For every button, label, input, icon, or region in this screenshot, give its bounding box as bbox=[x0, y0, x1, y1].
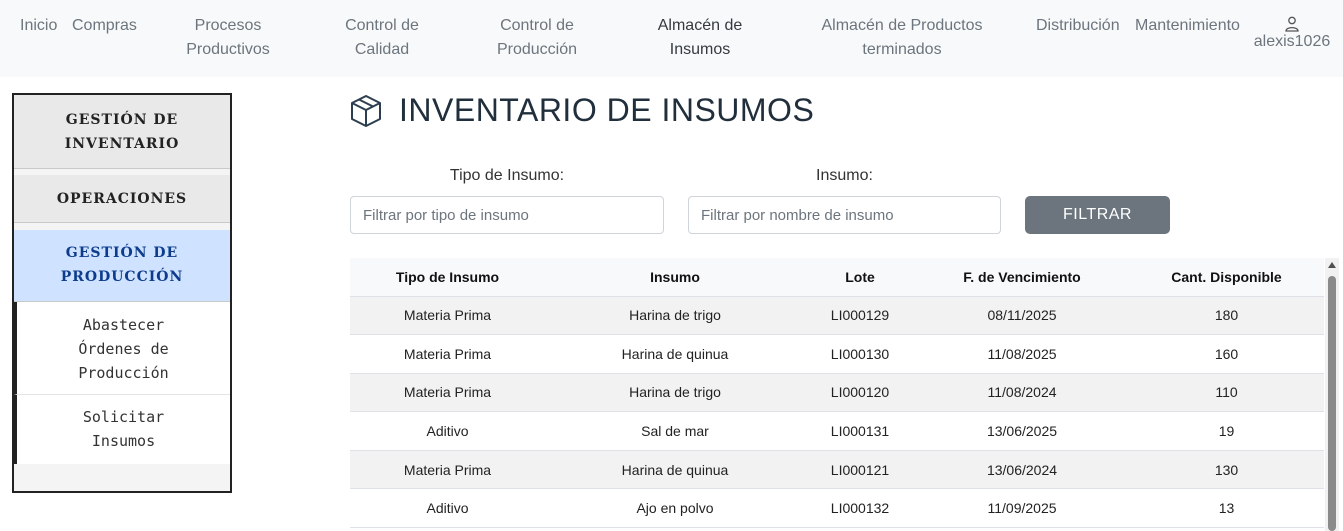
cell-lote: LI000131 bbox=[805, 411, 915, 451]
nav-label: Almacén de bbox=[657, 17, 743, 34]
table-row[interactable]: Materia Prima Harina de quinua LI000121 … bbox=[350, 450, 1324, 490]
sidebar-section-label: OPERACIONES bbox=[56, 191, 188, 207]
nav-label: terminados bbox=[862, 41, 942, 58]
top-navbar: Inicio Compras Procesos Productivos Cont… bbox=[0, 0, 1343, 77]
cell-vencimiento: 11/09/2025 bbox=[915, 488, 1129, 529]
sidebar-section-gestion-produccion[interactable]: GESTIÓN DE PRODUCCIÓN bbox=[14, 230, 230, 302]
cell-vencimiento: 08/11/2025 bbox=[915, 296, 1129, 336]
page-title: INVENTARIO DE INSUMOS bbox=[399, 92, 815, 128]
nav-label: Procesos bbox=[194, 17, 262, 34]
cell-lote: LI000129 bbox=[805, 296, 915, 336]
cell-vencimiento: 11/08/2024 bbox=[915, 373, 1129, 413]
column-header-cantidad[interactable]: Cant. Disponible bbox=[1129, 258, 1324, 297]
cell-insumo: Sal de mar bbox=[545, 411, 805, 451]
cell-tipo: Materia Prima bbox=[350, 334, 545, 374]
sidebar-item-label: Abastecer bbox=[82, 316, 165, 334]
nav-label: Producción bbox=[496, 41, 578, 58]
table-row[interactable]: Materia Prima Harina de trigo LI000120 1… bbox=[350, 373, 1324, 413]
tipo-insumo-label: Tipo de Insumo: bbox=[449, 167, 565, 184]
nav-label: Calidad bbox=[354, 41, 410, 58]
table-row[interactable]: Materia Prima Harina de trigo LI000129 0… bbox=[350, 296, 1324, 336]
nav-label: Almacén de Productos bbox=[821, 17, 983, 34]
sidebar-item-label: Producción bbox=[78, 364, 169, 382]
cell-cantidad: 130 bbox=[1129, 450, 1324, 490]
table-row[interactable]: Materia Prima Harina de quinua LI000130 … bbox=[350, 334, 1324, 374]
inventory-table-container: Tipo de Insumo Insumo Lote F. de Vencimi… bbox=[350, 258, 1324, 531]
nav-almacen-insumos[interactable]: Almacén de Insumos bbox=[654, 14, 746, 62]
nav-label: Control de bbox=[345, 17, 419, 34]
username: alexis1026 bbox=[1253, 33, 1331, 50]
cell-lote: LI000130 bbox=[805, 334, 915, 374]
cell-vencimiento: 13/06/2025 bbox=[915, 411, 1129, 451]
inventory-table: Tipo de Insumo Insumo Lote F. de Vencimi… bbox=[350, 258, 1324, 529]
cell-insumo: Ajo en polvo bbox=[545, 488, 805, 529]
cell-cantidad: 19 bbox=[1129, 411, 1324, 451]
cell-cantidad: 110 bbox=[1129, 373, 1324, 413]
sidebar-section-label: PRODUCCIÓN bbox=[60, 269, 184, 285]
sidebar-section-label: GESTIÓN DE bbox=[65, 112, 179, 128]
insumo-input[interactable] bbox=[688, 196, 1001, 234]
cell-tipo: Materia Prima bbox=[350, 296, 545, 336]
nav-label: Insumos bbox=[669, 41, 731, 58]
sidebar-section-gestion-inventario[interactable]: GESTIÓN DE INVENTARIO bbox=[14, 95, 230, 169]
cell-cantidad: 13 bbox=[1129, 488, 1324, 529]
cell-cantidad: 180 bbox=[1129, 296, 1324, 336]
sidebar-item-abastecer-ordenes[interactable]: Abastecer Órdenes de Producción bbox=[14, 302, 230, 395]
table-row[interactable]: Aditivo Sal de mar LI000131 13/06/2025 1… bbox=[350, 411, 1324, 451]
cell-insumo: Harina de quinua bbox=[545, 334, 805, 374]
cell-insumo: Harina de quinua bbox=[545, 450, 805, 490]
cell-lote: LI000121 bbox=[805, 450, 915, 490]
nav-almacen-productos-terminados[interactable]: Almacén de Productos terminados bbox=[820, 14, 984, 62]
scroll-up-arrow-icon[interactable] bbox=[1328, 262, 1336, 268]
nav-label: Distribución bbox=[1036, 17, 1120, 34]
cell-tipo: Materia Prima bbox=[350, 450, 545, 490]
table-header-row: Tipo de Insumo Insumo Lote F. de Vencimi… bbox=[350, 258, 1324, 297]
box-icon bbox=[351, 95, 381, 127]
cell-tipo: Aditivo bbox=[350, 411, 545, 451]
cell-insumo: Harina de trigo bbox=[545, 373, 805, 413]
column-header-insumo[interactable]: Insumo bbox=[545, 258, 805, 297]
nav-distribucion[interactable]: Distribución bbox=[1036, 14, 1120, 38]
nav-procesos-productivos[interactable]: Procesos Productivos bbox=[185, 14, 271, 62]
nav-label: Control de bbox=[500, 17, 574, 34]
sidebar-section-label: INVENTARIO bbox=[64, 136, 180, 152]
tipo-insumo-input[interactable] bbox=[350, 196, 664, 234]
nav-label: Compras bbox=[72, 17, 137, 34]
table-scrollbar[interactable] bbox=[1325, 258, 1339, 531]
cell-lote: LI000132 bbox=[805, 488, 915, 529]
column-header-lote[interactable]: Lote bbox=[805, 258, 915, 297]
cell-insumo: Harina de trigo bbox=[545, 296, 805, 336]
nav-label: Inicio bbox=[20, 17, 58, 34]
cell-vencimiento: 11/08/2025 bbox=[915, 334, 1129, 374]
nav-label: Productivos bbox=[186, 41, 270, 58]
insumo-label: Insumo: bbox=[816, 167, 873, 184]
sidebar-item-solicitar-insumos[interactable]: Solicitar Insumos bbox=[14, 395, 230, 464]
sidebar: GESTIÓN DE INVENTARIO OPERACIONES GESTIÓ… bbox=[12, 93, 232, 493]
cell-cantidad: 160 bbox=[1129, 334, 1324, 374]
nav-control-produccion[interactable]: Control de Producción bbox=[494, 14, 580, 62]
user-menu[interactable]: alexis1026 bbox=[1252, 14, 1332, 54]
cell-vencimiento: 13/06/2024 bbox=[915, 450, 1129, 490]
nav-compras[interactable]: Compras bbox=[72, 14, 137, 38]
scrollbar-thumb[interactable] bbox=[1328, 276, 1336, 531]
sidebar-item-label: Órdenes de bbox=[78, 340, 169, 358]
sidebar-item-label: Insumos bbox=[91, 432, 156, 450]
table-row[interactable]: Aditivo Ajo en polvo LI000132 11/09/2025… bbox=[350, 488, 1324, 529]
cell-tipo: Aditivo bbox=[350, 488, 545, 529]
column-header-tipo[interactable]: Tipo de Insumo bbox=[350, 258, 545, 297]
cell-tipo: Materia Prima bbox=[350, 373, 545, 413]
nav-mantenimiento[interactable]: Mantenimiento bbox=[1135, 14, 1240, 38]
column-header-vencimiento[interactable]: F. de Vencimiento bbox=[915, 258, 1129, 297]
nav-inicio[interactable]: Inicio bbox=[20, 14, 57, 38]
nav-control-calidad[interactable]: Control de Calidad bbox=[340, 14, 424, 62]
nav-label: Mantenimiento bbox=[1135, 17, 1240, 34]
filter-button[interactable]: FILTRAR bbox=[1025, 196, 1170, 234]
sidebar-item-label: Solicitar bbox=[82, 408, 165, 426]
sidebar-section-operaciones[interactable]: OPERACIONES bbox=[14, 175, 230, 223]
cell-lote: LI000120 bbox=[805, 373, 915, 413]
sidebar-section-label: GESTIÓN DE bbox=[65, 245, 179, 261]
